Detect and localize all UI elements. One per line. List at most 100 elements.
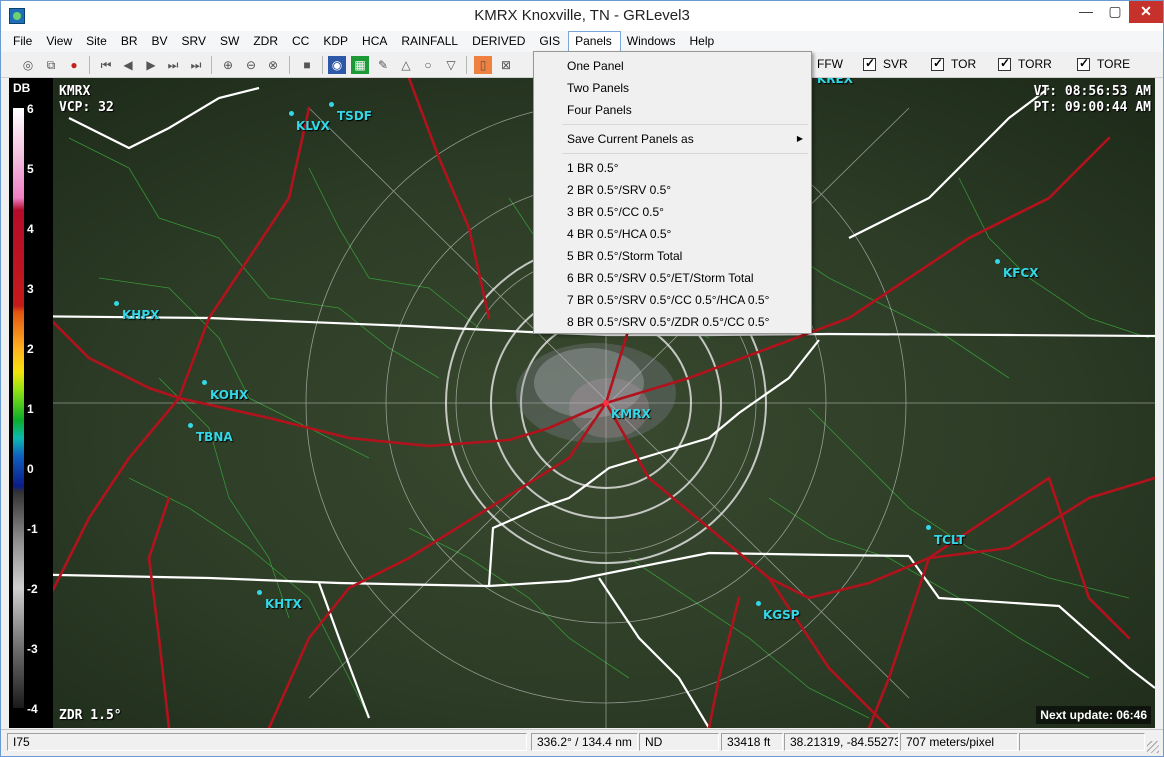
status-height: 33418 ft (721, 733, 783, 751)
menu-item-one-panel[interactable]: One Panel (567, 59, 624, 73)
site-label-kgsp[interactable]: KGSP (763, 608, 800, 622)
status-coordinates: 38.21319, -84.55273 (784, 733, 899, 751)
menu-hca[interactable]: HCA (356, 31, 395, 52)
product-label: ZDR 1.5° (59, 708, 122, 723)
color-scale-tick: 5 (27, 162, 34, 176)
zoom-reset-icon[interactable]: ⊗ (264, 56, 282, 74)
site-marker-icon (188, 423, 193, 428)
menu-bv[interactable]: BV (146, 31, 176, 52)
status-azimuth-range: 336.2° / 134.4 nm (531, 733, 638, 751)
rectangle-icon[interactable]: ▯ (474, 56, 492, 74)
menu-item-preset[interactable]: 2 BR 0.5°/SRV 0.5° (567, 183, 671, 197)
color-scale-tick: -2 (27, 582, 38, 596)
previous-frame-icon[interactable]: ◀ (119, 56, 137, 74)
menu-item-preset[interactable]: 1 BR 0.5° (567, 161, 619, 175)
site-marker-icon (202, 380, 207, 385)
minimize-button[interactable]: — (1071, 1, 1101, 23)
menu-site[interactable]: Site (80, 31, 115, 52)
target-icon[interactable]: ⊠ (497, 56, 515, 74)
menu-item-preset[interactable]: 6 BR 0.5°/SRV 0.5°/ET/Storm Total (567, 271, 754, 285)
menu-rainfall[interactable]: RAINFALL (395, 31, 466, 52)
warning-toggle-tor[interactable]: TOR (931, 56, 976, 71)
site-label-kohx[interactable]: KOHX (210, 388, 248, 402)
warning-toggle-tore[interactable]: TORE (1077, 56, 1130, 71)
menu-gis[interactable]: GIS (533, 31, 568, 52)
menu-derived[interactable]: DERIVED (466, 31, 533, 52)
menu-srv[interactable]: SRV (176, 31, 214, 52)
status-resolution: 707 meters/pixel (900, 733, 1018, 751)
checkbox-icon[interactable] (863, 56, 876, 71)
site-marker-icon (926, 525, 931, 530)
submenu-arrow-icon: ▶ (796, 134, 803, 143)
next-frame-icon[interactable]: ⏭ (164, 56, 182, 74)
maximize-button[interactable]: ▢ (1100, 1, 1130, 23)
color-table-icon[interactable]: ▦ (351, 56, 369, 74)
menu-item-preset[interactable]: 8 BR 0.5°/SRV 0.5°/ZDR 0.5°/CC 0.5° (567, 315, 769, 329)
menu-file[interactable]: File (7, 31, 40, 52)
checkbox-icon[interactable] (998, 56, 1011, 71)
status-empty (1019, 733, 1145, 751)
menu-item-preset[interactable]: 5 BR 0.5°/Storm Total (567, 249, 682, 263)
reload-icon[interactable]: ◎ (19, 56, 37, 74)
warning-toggle-svr[interactable]: SVR (863, 56, 908, 71)
product-time: PT: 09:00:44 AM (1033, 100, 1151, 115)
title-bar: KMRX Knoxville, TN - GRLevel3 — ▢ ✕ (1, 1, 1163, 31)
site-label-tbna[interactable]: TBNA (196, 430, 233, 444)
resize-grip-icon[interactable] (1147, 741, 1159, 753)
site-label-kfcx[interactable]: KFCX (1003, 266, 1039, 280)
menu-br[interactable]: BR (115, 31, 146, 52)
site-label-krex[interactable]: KREX (817, 78, 853, 86)
menu-zdr[interactable]: ZDR (247, 31, 286, 52)
color-scale-unit: DB (13, 81, 31, 95)
stop-icon[interactable]: ■ (298, 56, 316, 74)
menu-cc[interactable]: CC (286, 31, 317, 52)
window-title: KMRX Knoxville, TN - GRLevel3 (474, 7, 690, 24)
menu-kdp[interactable]: KDP (317, 31, 356, 52)
checkbox-icon[interactable] (931, 56, 944, 71)
play-icon[interactable]: ▶ (142, 56, 160, 74)
menu-item-save-current-panels[interactable]: Save Current Panels as (567, 132, 694, 146)
site-label-tsdf[interactable]: TSDF (337, 109, 372, 123)
status-road-name: I75 (7, 733, 527, 751)
site-marker-icon (257, 590, 262, 595)
site-marker-icon (289, 111, 294, 116)
copy-icon[interactable]: ⧉ (42, 56, 60, 74)
circle-icon[interactable]: ○ (419, 56, 437, 74)
zoom-out-icon[interactable]: ⊖ (242, 56, 260, 74)
pin-icon[interactable]: ✎ (374, 56, 392, 74)
close-button[interactable]: ✕ (1129, 1, 1163, 23)
menu-item-four-panels[interactable]: Four Panels (567, 103, 632, 117)
color-scale-tick: 4 (27, 222, 34, 236)
site-marker-icon (995, 259, 1000, 264)
site-label-khpx[interactable]: KHPX (122, 308, 159, 322)
menu-sw[interactable]: SW (214, 31, 247, 52)
menu-item-preset[interactable]: 4 BR 0.5°/HCA 0.5° (567, 227, 671, 241)
menu-item-two-panels[interactable]: Two Panels (567, 81, 629, 95)
application-window: KMRX Knoxville, TN - GRLevel3 — ▢ ✕ File… (0, 0, 1164, 757)
color-scale-tick: 3 (27, 282, 34, 296)
zoom-in-icon[interactable]: ⊕ (219, 56, 237, 74)
first-frame-icon[interactable]: ⏮ (97, 56, 115, 74)
site-label-klvx[interactable]: KLVX (296, 119, 330, 133)
site-label-kmrx[interactable]: KMRX (611, 407, 651, 421)
menu-separator (562, 124, 808, 125)
checkbox-icon[interactable] (1077, 56, 1090, 71)
menu-help[interactable]: Help (683, 31, 722, 52)
menu-item-preset[interactable]: 3 BR 0.5°/CC 0.5° (567, 205, 664, 219)
site-label-khtx[interactable]: KHTX (265, 597, 302, 611)
color-scale-tick: 6 (27, 102, 34, 116)
site-marker-icon (114, 301, 119, 306)
menu-bar: File View Site BR BV SRV SW ZDR CC KDP H… (1, 31, 1163, 52)
menu-windows[interactable]: Windows (621, 31, 684, 52)
funnel-icon[interactable]: ▽ (442, 56, 460, 74)
menu-item-preset[interactable]: 7 BR 0.5°/SRV 0.5°/CC 0.5°/HCA 0.5° (567, 293, 769, 307)
radar-icon[interactable]: ● (65, 56, 83, 74)
last-frame-icon[interactable]: ⏭ (187, 56, 205, 74)
color-scale-gradient (13, 108, 24, 708)
warning-toggle-torr[interactable]: TORR (998, 56, 1052, 71)
triangle-icon[interactable]: △ (397, 56, 415, 74)
menu-panels[interactable]: Panels (568, 31, 621, 52)
menu-view[interactable]: View (40, 31, 80, 52)
site-label-tclt[interactable]: TCLT (934, 533, 965, 547)
storm-tracks-icon[interactable]: ◉ (328, 56, 346, 74)
